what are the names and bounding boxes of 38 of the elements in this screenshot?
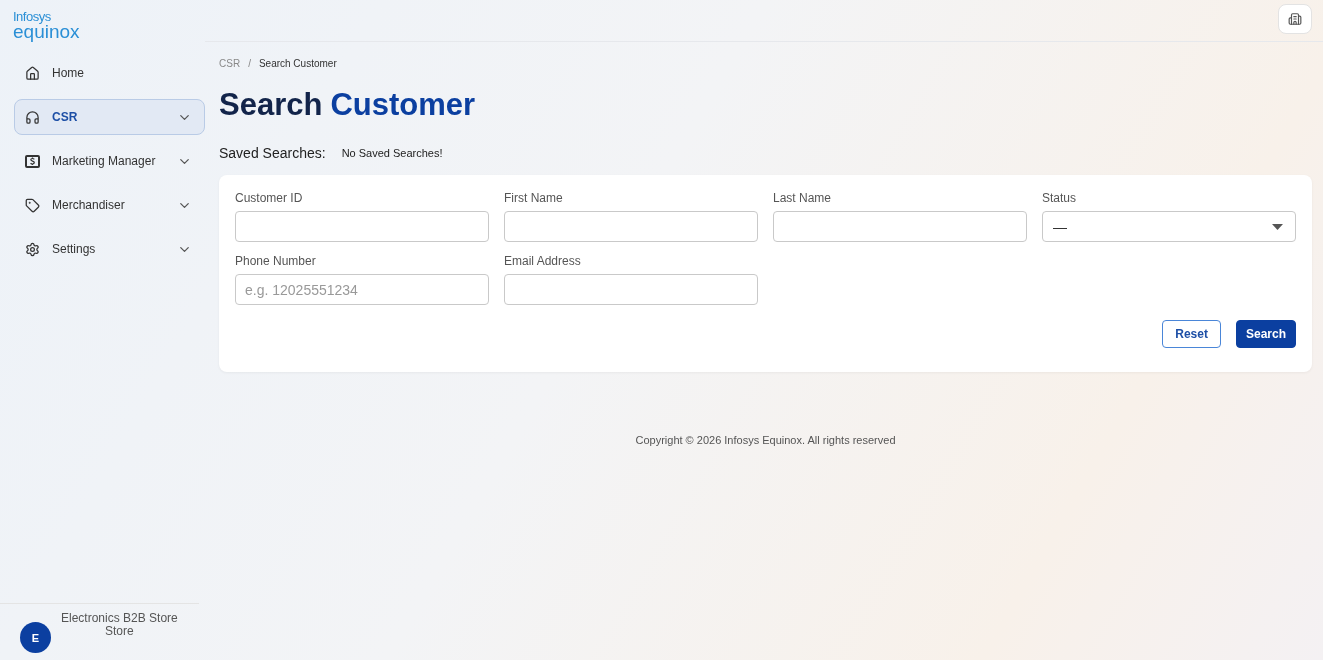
store-subtitle: Store [105, 625, 134, 639]
reset-button[interactable]: Reset [1162, 320, 1221, 348]
caret-icon [1272, 223, 1283, 230]
search-button[interactable]: Search [1235, 320, 1296, 348]
home-icon [25, 65, 40, 81]
field-label: Status [1042, 191, 1078, 205]
sidebar-item[interactable]: Marketing Manager [14, 143, 205, 179]
input-field[interactable] [773, 211, 1027, 242]
status-select[interactable]: — [1042, 211, 1296, 242]
breadcrumb-item: Search Customer [258, 58, 337, 69]
breadcrumb-separator: / [248, 58, 251, 69]
field-label: Email Address [504, 254, 582, 268]
building-icon [1288, 11, 1302, 26]
sidebar-item[interactable]: CSR [14, 99, 205, 135]
tag-icon [25, 197, 40, 213]
copyright-text: Copyright © 2026 Infosys Equinox. All rights reserved [634, 434, 897, 446]
input-field[interactable] [235, 211, 489, 242]
input-field[interactable] [504, 211, 758, 242]
sidebar-item[interactable]: Merchandiser [14, 187, 205, 223]
saved-searches-label: Saved Searches: [219, 145, 326, 161]
input-field[interactable] [504, 274, 758, 305]
logo: Infosys equinox [12, 10, 81, 41]
headphones-icon [25, 109, 40, 125]
store-name: Electronics B2B Store [61, 612, 178, 626]
field-label: First Name [504, 191, 564, 205]
page-title-accent: Customer [330, 87, 476, 123]
page-title: Search [219, 87, 323, 123]
settings-icon [25, 241, 40, 257]
field-label: Customer ID [235, 191, 304, 205]
store-switch-button[interactable] [1278, 3, 1312, 34]
dollar-bill-icon [25, 154, 40, 168]
sidebar-item[interactable]: Settings [14, 231, 205, 267]
store-avatar: E [20, 622, 51, 653]
field-label: Last Name [773, 191, 833, 205]
field-label: Phone Number [235, 254, 317, 268]
saved-searches-value: No Saved Searches! [341, 147, 443, 159]
sidebar-item[interactable]: Home [14, 55, 205, 91]
input-field[interactable]: e.g. 12025551234 [235, 274, 489, 305]
